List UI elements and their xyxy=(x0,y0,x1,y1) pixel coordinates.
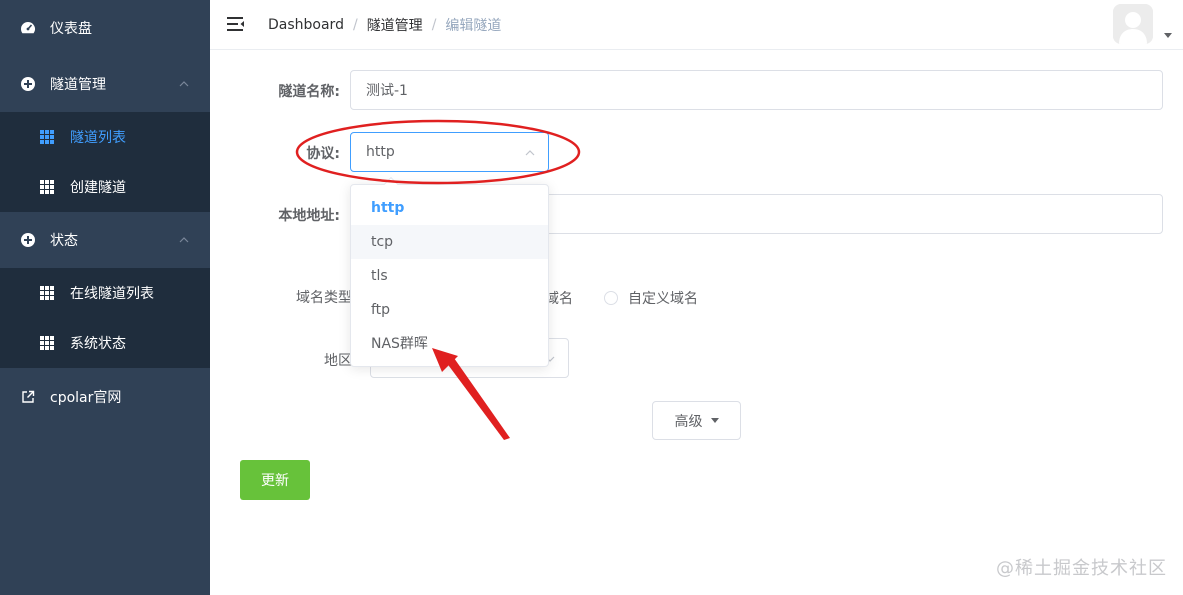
protocol-option-http[interactable]: http xyxy=(351,191,548,225)
sidebar-item-label: 隧道管理 xyxy=(50,77,106,93)
grid-icon xyxy=(40,336,54,350)
domain-option-label: 自定义域名 xyxy=(628,291,698,307)
sidebar-item-label: 状态 xyxy=(50,233,78,249)
protocol-option-tls[interactable]: tls xyxy=(351,259,548,293)
grid-icon xyxy=(40,130,54,144)
radio-circle[interactable] xyxy=(604,291,618,305)
sidebar-item-create-tunnel[interactable]: 创建隧道 xyxy=(0,162,210,212)
tunnel-name-input[interactable]: 测试-1 xyxy=(350,70,1163,110)
sidebar-item-cpolar-site[interactable]: cpolar官网 xyxy=(0,368,210,426)
sidebar-item-online-tunnels[interactable]: 在线隧道列表 xyxy=(0,268,210,318)
domain-type-radio-partial[interactable]: 域名 xyxy=(545,288,573,308)
sidebar-item-status[interactable]: 状态 xyxy=(0,212,210,268)
protocol-option-ftp[interactable]: ftp xyxy=(351,293,548,327)
grid-icon xyxy=(40,180,54,194)
sidebar-item-label: 仪表盘 xyxy=(50,21,92,37)
protocol-dropdown: http tcp tls ftp NAS群晖 xyxy=(350,176,549,367)
region-label: 地区 xyxy=(324,353,352,369)
protocol-option-tcp[interactable]: tcp xyxy=(351,225,548,259)
protocol-select-value: http xyxy=(366,144,395,160)
breadcrumb-separator: / xyxy=(352,17,358,33)
breadcrumb-separator: / xyxy=(431,17,437,33)
sidebar-item-tunnel-list[interactable]: 隧道列表 xyxy=(0,112,210,162)
breadcrumb-edit-tunnel: 编辑隧道 xyxy=(445,18,502,34)
user-silhouette-icon xyxy=(1113,4,1153,44)
breadcrumb: Dashboard / 隧道管理 / 编辑隧道 xyxy=(268,0,501,50)
sidebar-item-system-status[interactable]: 系统状态 xyxy=(0,318,210,368)
protocol-option-nas[interactable]: NAS群晖 xyxy=(351,327,548,361)
update-button[interactable]: 更新 xyxy=(240,460,310,500)
chevron-up-icon xyxy=(179,81,189,87)
breadcrumb-tunnel-management[interactable]: 隧道管理 xyxy=(367,15,423,35)
domain-option-label: 域名 xyxy=(545,291,573,307)
local-address-label: 本地地址: xyxy=(278,208,340,224)
protocol-label: 协议: xyxy=(306,146,340,162)
hamburger-toggle-icon[interactable] xyxy=(227,16,245,32)
sidebar-item-label: 隧道列表 xyxy=(70,130,126,146)
update-button-label: 更新 xyxy=(261,473,289,489)
sidebar-item-tunnel-management[interactable]: 隧道管理 xyxy=(0,56,210,112)
avatar[interactable] xyxy=(1113,4,1153,44)
domain-type-radio-custom[interactable]: 自定义域名 xyxy=(604,288,698,308)
sidebar-item-label: 在线隧道列表 xyxy=(70,286,154,302)
circle-plus-icon xyxy=(20,76,36,92)
domain-type-label: 域名类型 xyxy=(296,290,352,306)
advanced-button[interactable]: 高级 xyxy=(652,401,741,440)
submenu-status: 在线隧道列表 系统状态 xyxy=(0,268,210,368)
chevron-up-icon xyxy=(179,237,189,243)
circle-plus-icon xyxy=(20,232,36,248)
sidebar-item-dashboard[interactable]: 仪表盘 xyxy=(0,0,210,56)
protocol-select[interactable]: http xyxy=(350,132,549,172)
submenu-tunnel-management: 隧道列表 创建隧道 xyxy=(0,112,210,212)
advanced-button-label: 高级 xyxy=(674,413,703,430)
sidebar-item-label: 创建隧道 xyxy=(70,180,126,196)
sidebar: 仪表盘 隧道管理 隧道列表 创建隧道 状态 在线隧道列表 系统状态 cpolar… xyxy=(0,0,210,595)
tunnel-name-value: 测试-1 xyxy=(366,83,408,99)
sidebar-item-label: 系统状态 xyxy=(70,336,126,352)
sidebar-item-label: cpolar官网 xyxy=(50,390,122,406)
dropdown-pointer xyxy=(383,176,399,192)
top-navbar: Dashboard / 隧道管理 / 编辑隧道 xyxy=(210,0,1183,50)
dashboard-icon xyxy=(20,20,36,36)
breadcrumb-dashboard[interactable]: Dashboard xyxy=(268,17,344,33)
watermark: @稀土掘金技术社区 xyxy=(996,558,1167,579)
chevron-up-icon xyxy=(525,150,535,156)
tunnel-name-label: 隧道名称: xyxy=(278,84,340,100)
external-link-icon xyxy=(20,389,36,405)
caret-down-icon[interactable] xyxy=(1164,33,1172,38)
grid-icon xyxy=(40,286,54,300)
caret-down-icon xyxy=(710,418,719,423)
